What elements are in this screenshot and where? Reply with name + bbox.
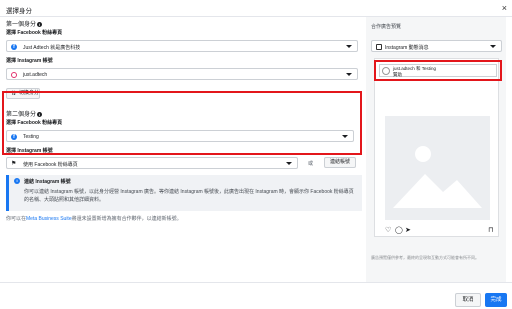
close-icon[interactable]: ×	[502, 3, 507, 13]
placement-select[interactable]: Instagram 動態消息	[371, 40, 502, 52]
or-text: 或	[308, 161, 314, 167]
link-account-button[interactable]: 連結帳號	[324, 157, 356, 168]
facebook-icon: f	[11, 44, 17, 50]
chevron-down-icon	[490, 45, 496, 48]
link-instagram-info: i 連結 Instagram 帳號 你可以連結 Instagram 帳號，以此身…	[6, 175, 362, 211]
instagram-avatar-icon	[11, 72, 17, 78]
heart-icon[interactable]: ♡	[385, 226, 391, 234]
cancel-button[interactable]: 取消	[455, 293, 481, 307]
dialog-footer: 取消 完成	[0, 282, 512, 309]
image-placeholder-icon	[385, 116, 490, 220]
meta-business-suite-link[interactable]: Meta Business Suite	[26, 216, 72, 222]
flag-icon: ⚑	[11, 161, 17, 167]
chevron-down-icon	[286, 162, 292, 165]
instagram-icon	[376, 44, 382, 50]
first-fb-label: 選擇 Facebook 粉絲專頁	[6, 30, 63, 36]
preview-panel: 合作廣告預覽 Instagram 動態消息 just.adtech 和 Test…	[366, 17, 506, 282]
comment-icon[interactable]: ◯	[395, 226, 403, 234]
preview-title: 合作廣告預覽	[371, 24, 402, 30]
first-ig-label: 選擇 Instagram 帳號	[6, 58, 53, 64]
info-icon: i	[14, 178, 20, 184]
done-button[interactable]: 完成	[485, 293, 507, 307]
info-icon: i	[37, 21, 43, 27]
chevron-down-icon	[346, 45, 352, 48]
preview-account-highlight	[374, 60, 502, 81]
second-ig-account-select[interactable]: ⚑ 使用 Facebook 粉絲專頁	[6, 157, 298, 169]
second-identity-highlight	[2, 91, 362, 155]
first-ig-account-select[interactable]: just.adtech	[6, 68, 358, 80]
preview-note: 廣告預覽僅供參考，最終的呈現和互動方式可能會有所不同。	[371, 255, 479, 260]
bookmark-icon[interactable]: ⊓	[488, 226, 493, 234]
first-fb-page-select[interactable]: f Just Adtech 就是廣告科技	[6, 40, 358, 52]
share-icon[interactable]: ➤	[405, 226, 411, 234]
first-identity-heading: 第一個身分 i	[6, 21, 43, 28]
ad-preview: just.adtech 和 Testing 贊助 ♡ ◯ ➤ ⊓	[374, 58, 502, 237]
post-actions: ♡ ◯ ➤ ⊓	[385, 226, 495, 234]
dialog-header: 選擇身分 ×	[0, 0, 512, 17]
chevron-down-icon	[346, 73, 352, 76]
dialog-title: 選擇身分	[6, 8, 32, 15]
footnote: 你可以在Meta Business Suite將還未設置新增為擁有合作夥伴，以連…	[6, 216, 182, 222]
